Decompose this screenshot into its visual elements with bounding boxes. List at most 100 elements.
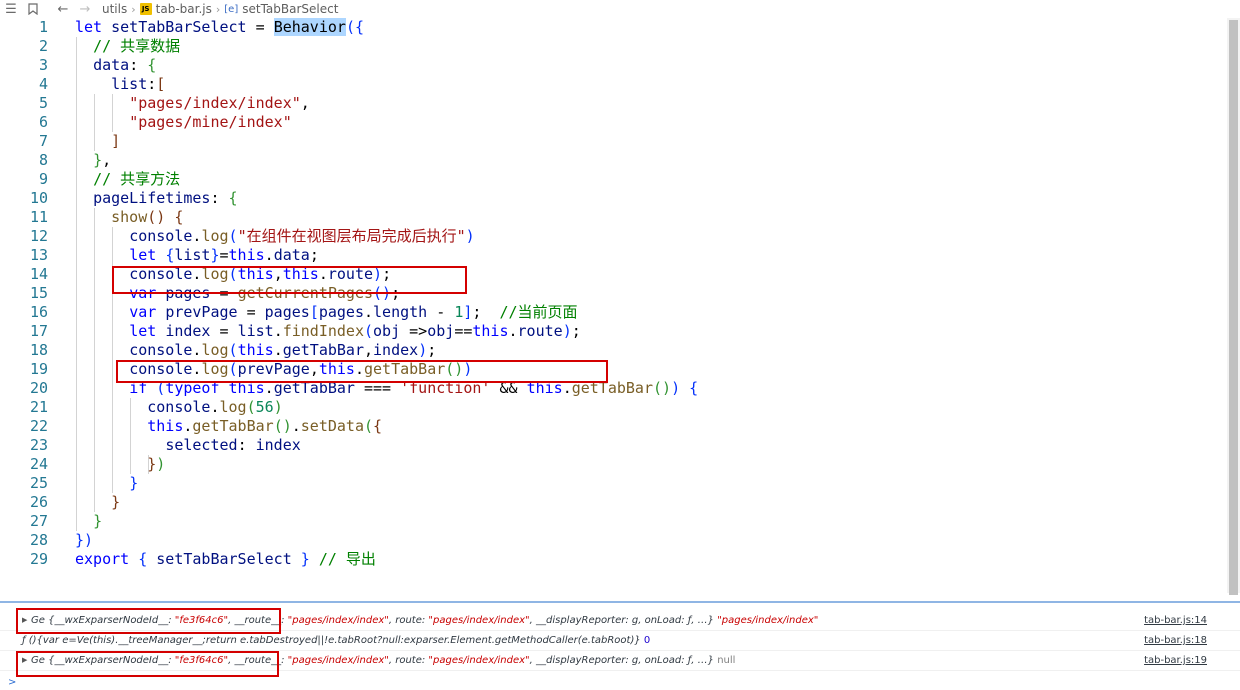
code-line[interactable]: 13 let {list}=this.data; (0, 246, 1227, 265)
line-number: 27 (29, 512, 48, 530)
code-token: { (174, 208, 184, 226)
code-line[interactable]: 23 selected: index (0, 436, 1227, 455)
code-line[interactable]: 2 // 共享数据 (0, 37, 1227, 56)
line-number: 1 (38, 18, 48, 36)
highlight-box-line-14 (112, 266, 467, 294)
source-link[interactable]: tab-bar.js:19 (1144, 655, 1207, 666)
code-token: , (364, 341, 374, 359)
code-line[interactable]: 11 show() { (0, 208, 1227, 227)
code-token: // 共享数据 (93, 37, 181, 55)
code-token: () (653, 379, 672, 397)
code-line[interactable]: 24 }) (0, 455, 1227, 474)
code-line[interactable]: 3 data: { (0, 56, 1227, 75)
code-line[interactable]: 5 "pages/index/index", (0, 94, 1227, 113)
line-number: 14 (29, 265, 48, 283)
code-token: ) (465, 227, 475, 245)
code-line[interactable]: 1 let setTabBarSelect = Behavior({ (0, 18, 1227, 37)
code-line[interactable]: 6 "pages/mine/index" (0, 113, 1227, 132)
code-line[interactable]: 10 pageLifetimes: { (0, 189, 1227, 208)
code-token: route (517, 322, 563, 340)
code-line[interactable]: 12 console.log("在组件在视图层布局完成后执行") (0, 227, 1227, 246)
code-token: "在组件在视图层布局完成后执行" (237, 227, 466, 245)
code-text: }) (75, 455, 165, 474)
code-token: // 共享方法 (93, 170, 181, 188)
code-token: "pages/index/index" (129, 94, 301, 112)
console-log-row[interactable]: ƒ (){var e=Ve(this).__treeManager__;retu… (0, 631, 1240, 651)
source-link[interactable]: tab-bar.js:14 (1144, 615, 1207, 626)
arrow-left-icon[interactable]: ← (52, 0, 74, 18)
code-line[interactable]: 8 }, (0, 151, 1227, 170)
code-line[interactable]: 18 console.log(this.getTabBar,index); (0, 341, 1227, 360)
arrow-right-icon[interactable]: → (74, 0, 96, 18)
code-token: pages (318, 303, 364, 321)
scrollbar-thumb[interactable] (1229, 20, 1238, 595)
code-token: list (174, 246, 211, 264)
code-token: ) (562, 322, 572, 340)
code-token: index (255, 436, 301, 454)
console-panel: ▶ Ge {__wxExparserNodeId__: "fe3f64c6", _… (0, 601, 1240, 690)
code-token: } (210, 246, 220, 264)
code-line[interactable]: 16 var prevPage = pages[pages.length - 1… (0, 303, 1227, 322)
highlight-box-line-19 (116, 360, 608, 383)
code-line[interactable]: 26 } (0, 493, 1227, 512)
line-number: 24 (29, 455, 48, 473)
line-number: 18 (29, 341, 48, 359)
console-prompt[interactable]: > (8, 677, 16, 688)
line-number: 15 (29, 284, 48, 302)
code-token: { (373, 417, 383, 435)
line-number: 19 (29, 360, 48, 378)
code-token: } (93, 512, 103, 530)
code-line[interactable]: 21 console.log(56) (0, 398, 1227, 417)
code-token: pages (264, 303, 310, 321)
code-line[interactable]: 27 } (0, 512, 1227, 531)
code-line[interactable]: 28}) (0, 531, 1227, 550)
bookmark-icon[interactable] (22, 0, 44, 18)
code-line[interactable]: 7 ] (0, 132, 1227, 151)
code-token: ( (228, 227, 238, 245)
breadcrumb-file[interactable]: tab-bar.js (156, 2, 212, 16)
console-token: null (717, 655, 736, 666)
code-line[interactable]: 22 this.getTabBar().setData({ (0, 417, 1227, 436)
console-token: , __displayReporter: g, onLoad: ƒ, …} (529, 615, 718, 626)
list-icon[interactable]: ☰ (0, 0, 22, 18)
code-token: () (147, 208, 166, 226)
code-line[interactable]: 9 // 共享方法 (0, 170, 1227, 189)
breadcrumb-folder[interactable]: utils (102, 2, 127, 16)
code-token: this (228, 246, 265, 264)
source-link[interactable]: tab-bar.js:18 (1144, 635, 1207, 646)
line-number: 13 (29, 246, 48, 264)
code-text: pageLifetimes: { (75, 189, 238, 208)
code-editor[interactable]: 1 let setTabBarSelect = Behavior({2 // 共享… (0, 18, 1227, 593)
breadcrumb-symbol[interactable]: setTabBarSelect (242, 2, 338, 16)
code-token: obj (373, 322, 401, 340)
code-token: console (129, 341, 193, 359)
console-token: "pages/index/index" (287, 655, 389, 666)
code-text: }) (75, 531, 93, 550)
console-token: "pages/index/index" (428, 655, 530, 666)
code-token: log (201, 341, 229, 359)
code-line[interactable]: 25 } (0, 474, 1227, 493)
code-token: setTabBarSelect (111, 18, 247, 36)
code-token: = (237, 303, 265, 321)
code-line[interactable]: 4 list:[ (0, 75, 1227, 94)
vertical-scrollbar[interactable] (1227, 18, 1240, 595)
code-token: prevPage (165, 303, 238, 321)
line-number: 23 (29, 436, 48, 454)
code-text: // 共享数据 (75, 37, 180, 56)
code-token: { (138, 550, 148, 568)
code-token: this (472, 322, 509, 340)
code-line[interactable]: 29 export { setTabBarSelect } // 导出 (0, 550, 1227, 569)
code-token: ; (571, 322, 581, 340)
code-token: ({ (345, 18, 364, 36)
code-line[interactable]: 17 let index = list.findIndex(obj =>obj=… (0, 322, 1227, 341)
